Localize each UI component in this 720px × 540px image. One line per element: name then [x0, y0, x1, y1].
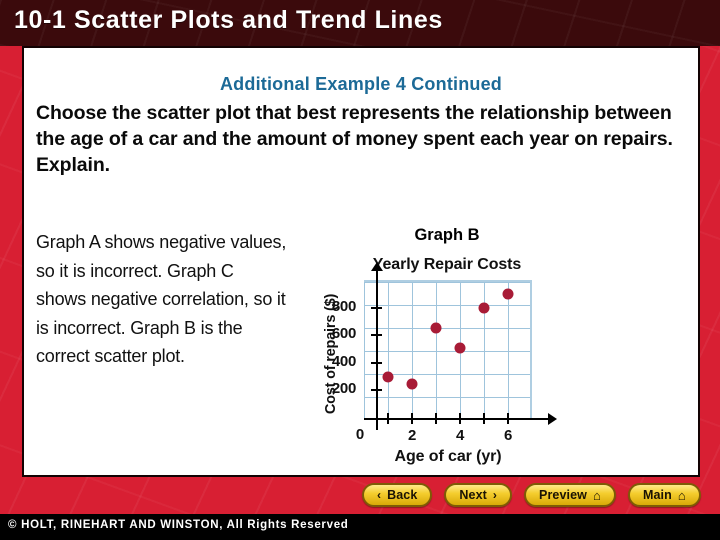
x-axis-tick-label: 4 [455, 427, 465, 444]
page-title: 10-1 Scatter Plots and Trend Lines [14, 6, 443, 34]
chart-title: Yearly Repair Costs [372, 256, 522, 273]
x-axis-tick-label: 6 [503, 427, 513, 444]
x-axis-tick [459, 413, 461, 424]
home-icon: ⌂ [677, 487, 686, 503]
chevron-left-icon: ‹ [377, 488, 382, 502]
y-axis-tick-label: 200 [331, 380, 356, 398]
next-button-label: Next [459, 488, 487, 502]
y-axis-tick-label: 400 [331, 352, 356, 370]
back-button-label: Back [387, 488, 418, 502]
data-point [478, 302, 490, 314]
origin-label: 0 [355, 426, 365, 443]
y-axis-tick-label: 800 [331, 297, 356, 315]
example-heading: Additional Example 4 Continued [219, 74, 503, 94]
x-axis-tick [483, 413, 485, 424]
x-axis-line [364, 418, 550, 420]
data-point [502, 288, 514, 300]
x-axis-tick [411, 413, 413, 424]
chevron-right-icon: › [492, 488, 498, 502]
graph-label: Graph B [414, 226, 480, 244]
x-axis-tick [387, 413, 389, 424]
data-point [406, 378, 418, 389]
y-axis-tick-label: 600 [331, 325, 356, 343]
home-icon: ⌂ [592, 487, 601, 503]
x-axis-arrow-icon [548, 413, 557, 425]
explanation-text: Graph A shows negative values, so it is … [36, 232, 287, 366]
y-axis-tick [371, 361, 382, 364]
preview-button-label: Preview [539, 488, 587, 502]
data-point [382, 371, 394, 383]
y-axis-arrow-icon [371, 262, 383, 271]
x-axis-tick [507, 413, 509, 424]
slide-footer: © HOLT, RINEHART AND WINSTON, All Rights… [0, 514, 720, 540]
grid-lines [364, 280, 532, 418]
slide: 10-1 Scatter Plots and Trend Lines Addit… [0, 0, 720, 540]
x-axis-tick [435, 413, 437, 424]
graph-figure: Graph B Yearly Repair Costs Cost of repa… [288, 226, 694, 474]
y-axis-tick [371, 334, 382, 337]
data-point [454, 342, 466, 354]
x-axis-tick-label: 2 [407, 427, 417, 444]
y-axis-line [376, 268, 378, 430]
x-axis-title: Age of car (yr) [394, 448, 502, 465]
main-button-label: Main [642, 488, 672, 502]
back-button[interactable]: ‹ Back [362, 483, 433, 507]
y-axis-tick [371, 389, 382, 392]
content-panel: Additional Example 4 Continued Choose th… [22, 46, 700, 477]
question-prompt: Choose the scatter plot that best repres… [36, 102, 673, 176]
slide-header: 10-1 Scatter Plots and Trend Lines [0, 0, 720, 46]
preview-button[interactable]: Preview ⌂ [524, 483, 616, 507]
plot-area: 0 200 400 600 800 2 4 6 [332, 262, 557, 444]
next-button[interactable]: Next › [444, 483, 513, 507]
data-point [430, 322, 442, 334]
y-axis-tick [371, 306, 382, 309]
navigation-bar: ‹ Back Next › Preview ⌂ Main ⌂ [362, 483, 701, 507]
main-button[interactable]: Main ⌂ [627, 483, 701, 507]
copyright-notice: © HOLT, RINEHART AND WINSTON, All Rights… [8, 519, 349, 531]
